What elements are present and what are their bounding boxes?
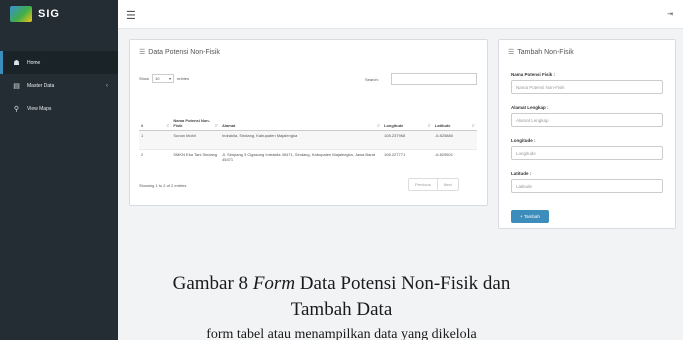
body-text-cut: form tabel atau menampilkan data yang di… [206,328,477,340]
entries-label: entries [177,76,190,81]
search-label: Search: [365,77,379,82]
show-label: Show [139,76,150,81]
caret-down-icon: ▾ [169,76,172,81]
sidebar-item-label: Master Data [27,82,55,89]
sidebar-item-home[interactable]: ☗ Home [0,51,118,74]
column-header-alamat[interactable]: Alamat ⇵ [220,92,383,131]
sidebar-item-label: View Maps [27,105,52,112]
panel-title: ☰ Data Potensi Non-Fisik [139,49,220,56]
brand-text: SIG [38,8,60,20]
entries-select[interactable]: 10 ▾ [152,74,175,83]
data-table: # ⇵ Nama Potensi Non-Fisik ⇵ Alamat ⇵ Long… [139,92,477,168]
figure-caption-line2: Tambah Data [290,299,393,320]
table-row: 2 SMKN Eka Tani Sindang Jl. Simpang 3 Ci… [139,148,477,168]
table-info: Showing 1 to 2 of 2 entries [139,183,187,188]
map-marker-icon: ⚲ [13,105,20,113]
hamburger-icon[interactable]: ☰ [126,9,136,22]
alamat-label: Alamat Lengkap : [511,105,549,110]
latitude-label: Latitude : [511,171,532,176]
previous-button[interactable]: Previous [409,179,437,190]
sidebar-item-view-maps[interactable]: ⚲ View Maps [0,97,118,120]
app-logo [10,6,32,22]
column-header-latitude[interactable]: Latitude ⇵ [432,92,477,131]
pagination: Previous Next [408,178,459,191]
database-icon: ▤ [13,82,20,90]
next-button[interactable]: Next [436,179,458,190]
data-table-panel: ☰ Data Potensi Non-Fisik Show 10 ▾ entries… [129,39,488,206]
longitude-field[interactable]: Longitude [511,146,663,160]
table-icon: ☰ [139,49,146,56]
longitude-label: Longitude : [511,138,536,143]
add-form-panel: ☰ Tambah Non-Fisik Nama Potensi Fisik : N… [498,39,676,229]
nama-field[interactable]: Nama Potensi Non-Fisik [511,80,663,94]
figure-caption: Gambar 8 Form Data Potensi Non-Fisik dan [172,273,511,294]
entries-control: Show 10 ▾ entries [139,74,189,83]
nama-label: Nama Potensi Fisik : [511,72,556,77]
sidebar-item-master-data[interactable]: ▤ Master Data ‹ [0,74,118,97]
table-row: 1 Sunan Mobil Indrakila, Sindang, Kabupa… [139,129,477,149]
topbar: ☰ ⇥ [118,0,683,29]
add-button[interactable]: + Tambah [511,210,549,223]
search-input[interactable] [391,73,477,85]
column-header-no[interactable]: # [139,92,153,131]
column-header-longitude[interactable]: Longitude ⇵ [382,92,433,131]
table-icon: ☰ [508,49,515,56]
panel-title: ☰ Tambah Non-Fisik [508,49,574,56]
column-header-nama[interactable]: Nama Potensi Non-Fisik ⇵ [171,92,220,131]
side-menu: ☗ Home ▤ Master Data ‹ ⚲ View Maps [0,51,118,120]
column-sort[interactable]: ⇵ [152,92,172,131]
expand-icon[interactable]: ⇥ [667,10,673,18]
chevron-left-icon: ‹ [106,82,108,89]
home-icon: ☗ [13,59,20,67]
sidebar-item-label: Home [27,59,41,66]
latitude-field[interactable]: Latitude [511,179,663,193]
brand[interactable]: SIG [10,6,60,22]
alamat-field[interactable]: Alamat Lengkap [511,113,663,127]
